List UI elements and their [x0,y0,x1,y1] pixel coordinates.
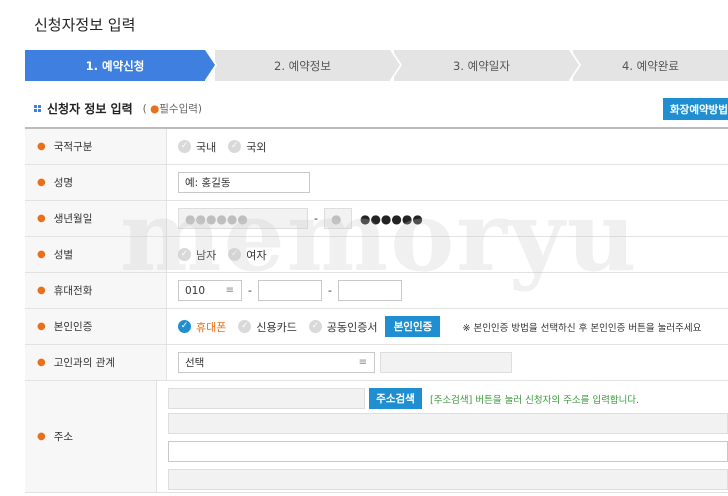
bullet-icon: ● [37,285,46,296]
row-mobile: ● 휴대전화 010 ≡ - - [25,273,728,309]
bullet-icon: ● [37,249,46,260]
relation-select[interactable]: 선택 ≡ [178,352,375,373]
mobile-last-input[interactable] [337,280,402,301]
verification-note: ※ 본인인증 방법을 선택하신 후 본인인증 버튼을 눌러주세요 [462,322,702,334]
grid-icon [34,105,41,112]
row-relation: ● 고인과의 관계 선택 ≡ [25,345,728,381]
reservation-guide-button[interactable]: 화장예약방법 [663,98,728,120]
step-4: 4. 예약완료 [573,50,728,81]
bullet-icon: ● [37,431,46,442]
check-icon: ✓ [178,320,191,333]
label-verification: 본인인증 [53,321,93,333]
step-1-label: 1. 예약신청 [85,58,145,73]
menu-icon: ≡ [358,357,367,368]
step-3: 3. 예약일자 [394,50,581,81]
radio-female[interactable]: ✓ 여자 [228,247,267,263]
check-icon: ✓ [178,248,191,261]
bullet-icon: ● [37,213,46,224]
label-mobile: 휴대전화 [53,285,93,297]
radio-credit-card[interactable]: ✓ 신용카드 [238,319,297,335]
bullet-icon: ● [37,141,46,152]
verify-button[interactable]: 본인인증 [385,316,441,337]
label-birth: 생년월일 [53,213,93,225]
bullet-icon: ● [37,357,46,368]
required-dot-icon: ● [150,103,160,115]
label-gender: 성별 [53,249,74,261]
label-address: 주소 [53,431,74,443]
step-2: 2. 예약정보 [215,50,402,81]
address-line3-input[interactable] [168,469,728,490]
address-line1-input[interactable] [168,413,728,434]
address-search-button[interactable]: 주소검색 [369,388,422,409]
step-2-label: 2. 예약정보 [274,58,331,73]
menu-icon: ≡ [225,285,234,296]
check-icon: ✓ [228,140,242,153]
step-4-label: 4. 예약완료 [622,58,679,73]
section-title: 신청자 정보 입력 [47,102,133,116]
birth-back-mask: ●●●●●● [359,211,423,226]
address-line2-input[interactable] [168,441,728,462]
applicant-form: ● 국적구분 ✓ 국내 ✓ 국외 ● 성명 예: 홍길동 ● 생년월일 ●●●●●● - … [25,127,728,493]
radio-male[interactable]: ✓ 남자 [178,247,216,263]
check-icon: ✓ [308,320,322,333]
page-title: 신청자정보 입력 [34,16,136,34]
bullet-icon: ● [37,321,46,332]
section-header: 신청자 정보 입력 ( ●필수입력) [34,100,202,117]
check-icon: ✓ [178,140,191,153]
row-birth: ● 생년월일 ●●●●●● - ● ●●●●●● [25,201,728,237]
row-gender: ● 성별 ✓ 남자 ✓ 여자 [25,237,728,273]
label-name: 성명 [53,177,74,189]
label-nationality: 국적구분 [53,141,93,153]
row-verification: ● 본인인증 ✓ 휴대폰 ✓ 신용카드 ✓ 공동인증서 본인인증 ※ 본인인증 방법을 … [25,309,728,345]
radio-foreign[interactable]: ✓ 국외 [228,139,267,155]
row-name: ● 성명 예: 홍길동 [25,165,728,201]
row-nationality: ● 국적구분 ✓ 국내 ✓ 국외 [25,129,728,165]
radio-certificate[interactable]: ✓ 공동인증서 [308,319,377,335]
radio-domestic[interactable]: ✓ 국내 [178,139,216,155]
mobile-prefix-select[interactable]: 010 ≡ [178,280,242,301]
birth-front-input[interactable]: ●●●●●● [178,208,308,229]
step-1: 1. 예약신청 [25,50,217,81]
postcode-input[interactable] [168,388,365,409]
check-icon: ✓ [228,248,242,261]
step-3-label: 3. 예약일자 [453,58,510,73]
address-note: [주소검색] 버튼을 눌러 신청자의 주소를 입력합니다. [430,394,640,406]
step-progress: 1. 예약신청 2. 예약정보 3. 예약일자 4. 예약완료 [25,50,728,81]
radio-phone[interactable]: ✓ 휴대폰 [178,319,226,335]
mobile-middle-input[interactable] [257,280,322,301]
birth-back-input[interactable]: ● [323,208,352,229]
bullet-icon: ● [37,177,46,188]
required-note: ( ●필수입력) [142,103,203,115]
relation-etc-input[interactable] [380,352,512,373]
check-icon: ✓ [238,320,252,333]
label-relation: 고인과의 관계 [53,357,116,369]
name-input[interactable]: 예: 홍길동 [178,172,310,193]
row-address: ● 주소 주소검색 [주소검색] 버튼을 눌러 신청자의 주소를 입력합니다. [25,381,728,493]
